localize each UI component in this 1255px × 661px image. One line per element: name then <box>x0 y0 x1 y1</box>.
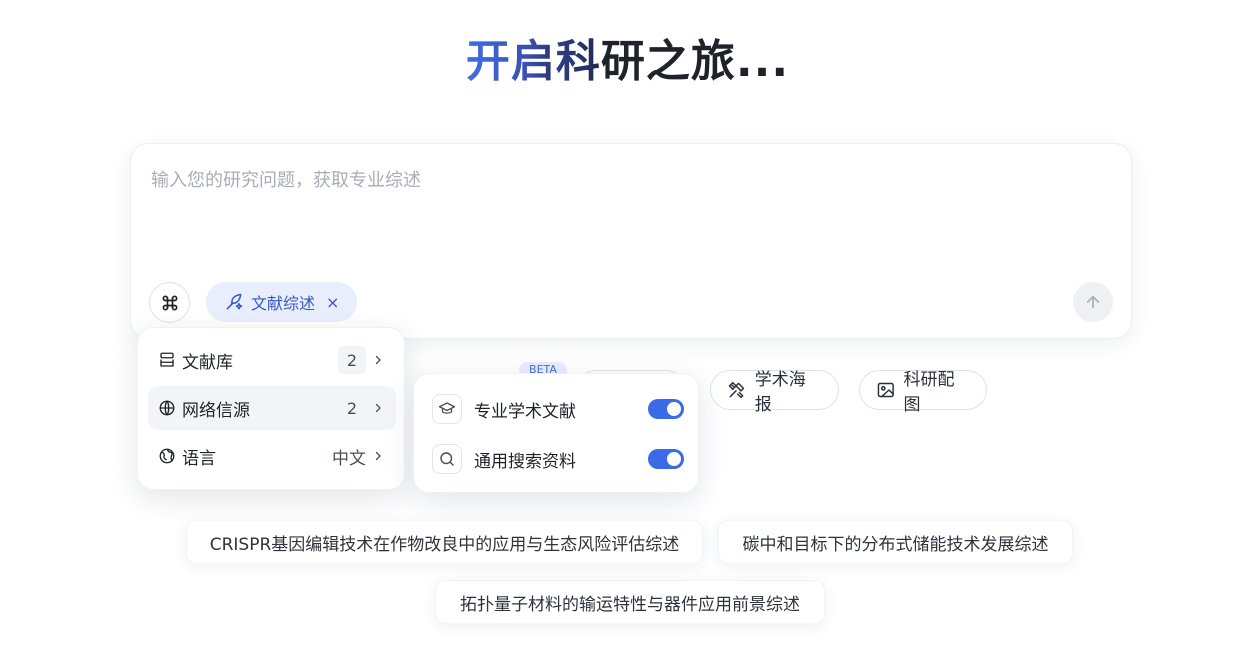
query-input[interactable] <box>151 166 1111 256</box>
suggestion-text: 拓扑量子材料的输运特性与器件应用前景综述 <box>460 594 800 615</box>
library-count: 2 <box>338 346 366 374</box>
source-label: 通用搜索资料 <box>474 451 576 472</box>
academic-literature-toggle[interactable] <box>648 399 684 419</box>
web-sources-count: 2 <box>346 398 358 418</box>
command-icon <box>162 295 177 310</box>
quill-sparkle-icon <box>226 293 243 310</box>
mode-chip-literature-review[interactable]: 文献综述 × <box>206 282 358 322</box>
suggestion-chip[interactable]: 拓扑量子材料的输运特性与器件应用前景综述 <box>435 580 825 624</box>
chevron-right-icon <box>372 449 386 463</box>
source-label: 专业学术文献 <box>474 401 576 422</box>
suggestion-chip[interactable]: CRISPR基因编辑技术在作物改良中的应用与生态风险评估综述 <box>186 520 703 564</box>
menu-item-label: 语言 <box>182 448 216 469</box>
search-icon <box>432 444 462 474</box>
menu-item-language[interactable]: 语言 中文 <box>148 434 396 478</box>
source-general-search: 通用搜索资料 <box>432 442 684 476</box>
menu-item-label: 文献库 <box>182 352 233 373</box>
mode-chip-label: 文献综述 <box>251 294 316 313</box>
source-academic-literature: 专业学术文献 <box>432 392 684 426</box>
language-value: 中文 <box>332 448 366 469</box>
query-input-card: 文献综述 × <box>130 143 1132 339</box>
research-figure-label: 科研配图 <box>903 370 955 415</box>
research-figure-button[interactable]: 科研配图 <box>859 370 987 415</box>
library-icon <box>158 350 178 370</box>
send-button[interactable] <box>1073 282 1113 322</box>
arrow-up-icon <box>1086 295 1100 309</box>
suggestion-chip[interactable]: 碳中和目标下的分布式储能技术发展综述 <box>718 520 1073 564</box>
general-search-toggle[interactable] <box>648 449 684 469</box>
globe-icon <box>158 398 178 418</box>
menu-item-library[interactable]: 文献库 2 <box>148 338 396 382</box>
image-icon <box>877 382 894 398</box>
menu-item-label: 网络信源 <box>182 400 250 421</box>
chevron-right-icon <box>372 353 386 367</box>
academic-poster-label: 学术海报 <box>754 370 806 415</box>
title-highlight: 开启 <box>465 36 556 87</box>
academic-poster-button[interactable]: 学术海报 <box>710 370 839 415</box>
close-icon[interactable]: × <box>326 293 339 312</box>
command-button[interactable] <box>149 282 190 323</box>
chevron-right-icon <box>372 401 386 415</box>
graduation-cap-icon <box>432 394 462 424</box>
web-sources-submenu: 专业学术文献 通用搜索资料 <box>413 373 699 493</box>
menu-item-web-sources[interactable]: 网络信源 2 <box>148 386 396 430</box>
suggestion-text: CRISPR基因编辑技术在作物改良中的应用与生态风险评估综述 <box>209 534 680 555</box>
tools-icon <box>728 381 745 399</box>
language-icon <box>158 446 178 466</box>
page-title: 开启科研之旅... <box>0 34 1255 90</box>
title-highlight-2: 科 <box>555 36 601 87</box>
source-settings-menu: 文献库 2 网络信源 2 语言 中文 <box>137 327 405 490</box>
title-rest: 研之旅... <box>600 36 790 87</box>
suggestion-text: 碳中和目标下的分布式储能技术发展综述 <box>742 534 1049 555</box>
